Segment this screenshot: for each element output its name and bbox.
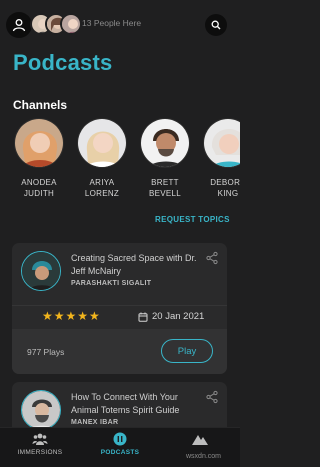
user-icon	[12, 19, 26, 32]
nav-label: IMMERSIONS	[17, 449, 63, 456]
nav-podcasts[interactable]: PODCASTS	[80, 432, 160, 456]
share-button[interactable]	[205, 251, 219, 265]
watermark: wsxdn.com	[186, 453, 222, 460]
profile-button[interactable]	[6, 12, 32, 38]
podcast-title[interactable]: Creating Sacred Space with Dr. Jeff McNa…	[71, 252, 201, 278]
star-rating: ★★★★★	[42, 309, 101, 323]
page-title: Podcasts	[13, 50, 113, 75]
channel-item[interactable]: ARIYA LORENZ	[70, 118, 134, 198]
podcast-date: 20 Jan 2021	[152, 311, 205, 322]
rating-row: ★★★★★ 20 Jan 2021	[12, 305, 227, 329]
nav-immersions[interactable]: IMMERSIONS	[0, 432, 80, 456]
channel-item[interactable]: DEBORA KING	[196, 118, 240, 198]
search-button[interactable]	[205, 14, 227, 36]
channel-name: DEBORA KING	[210, 178, 240, 198]
calendar-icon	[138, 312, 148, 322]
nav-journey[interactable]	[160, 432, 240, 449]
channels-heading: Channels	[13, 98, 68, 112]
share-button[interactable]	[205, 390, 219, 404]
play-count: 977 Plays	[27, 347, 65, 357]
card-footer: 977 Plays Play	[12, 329, 227, 374]
bottom-navigation: IMMERSIONS PODCASTS	[0, 427, 240, 467]
channel-avatar	[140, 118, 190, 168]
present-people-avatars[interactable]	[30, 13, 82, 37]
avatar	[60, 13, 82, 35]
channel-name: ANODEA JUDITH	[21, 178, 57, 198]
date-container: 20 Jan 2021	[138, 311, 204, 322]
mountain-icon	[192, 435, 208, 445]
people-count: 13 People Here	[82, 18, 142, 28]
people-icon	[32, 433, 48, 445]
channel-item[interactable]: ANODEA JUDITH	[7, 118, 71, 198]
request-topics-link[interactable]: REQUEST TOPICS	[155, 215, 230, 224]
channels-carousel[interactable]: ANODEA JUDITH ARIYA LORENZ BRETT BEVELL …	[0, 118, 240, 198]
podcast-title[interactable]: How To Connect With Your Animal Totems S…	[71, 391, 201, 417]
channel-avatar	[203, 118, 240, 168]
podcast-icon	[113, 432, 127, 446]
search-icon	[211, 20, 221, 30]
share-icon	[206, 390, 218, 404]
channel-item[interactable]: BRETT BEVELL	[133, 118, 197, 198]
podcast-author: MANEX IBAR	[71, 419, 119, 426]
nav-label: PODCASTS	[100, 449, 140, 456]
channel-avatar	[77, 118, 127, 168]
share-icon	[206, 251, 218, 265]
play-button[interactable]: Play	[161, 339, 213, 363]
podcast-author: PARASHAKTI SIGALIT	[71, 280, 152, 287]
podcast-thumbnail	[21, 390, 61, 430]
top-bar: 13 People Here	[0, 0, 240, 48]
channel-name: BRETT BEVELL	[148, 178, 182, 198]
podcast-thumbnail	[21, 251, 61, 291]
channel-name: ARIYA LORENZ	[84, 178, 120, 198]
channel-avatar	[14, 118, 64, 168]
podcast-card[interactable]: Creating Sacred Space with Dr. Jeff McNa…	[12, 243, 227, 374]
